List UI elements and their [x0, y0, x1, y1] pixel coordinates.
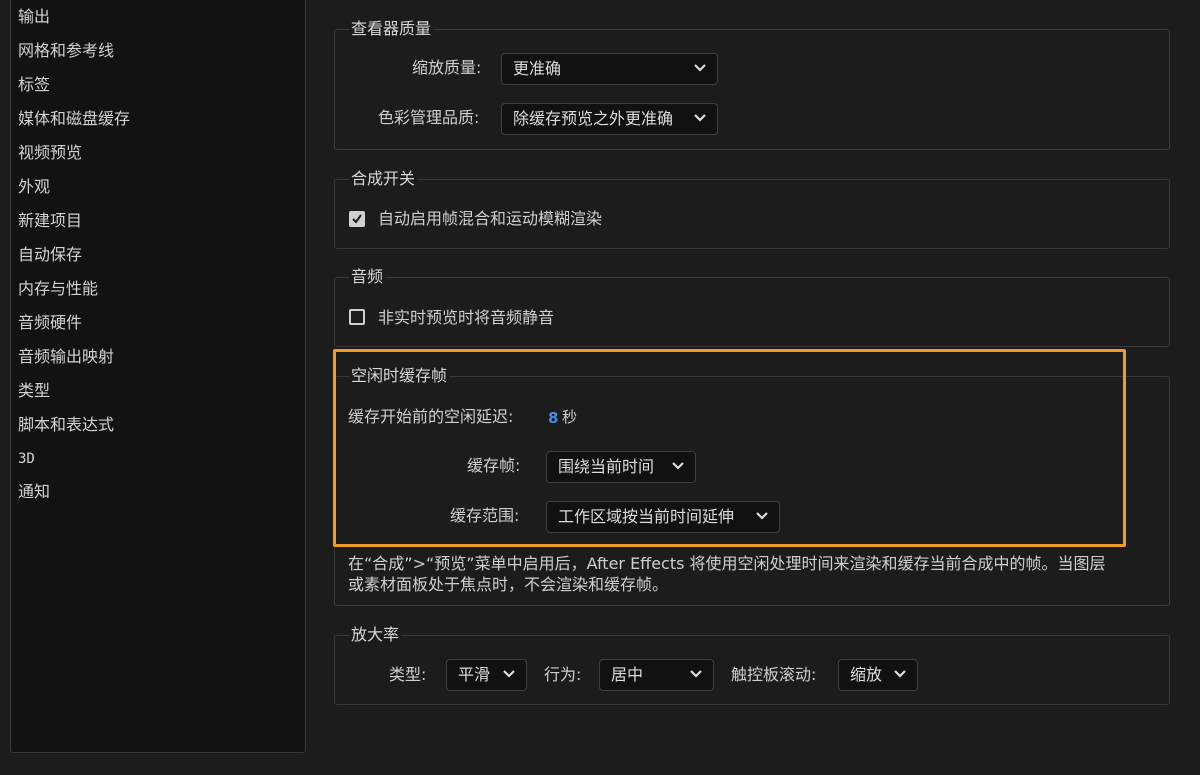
sidebar-item-output[interactable]: 输出: [18, 7, 50, 27]
chevron-down-icon: [503, 670, 515, 678]
audio-title: 音频: [349, 267, 386, 287]
color-management-quality-dropdown[interactable]: 除缓存预览之外更准确: [501, 103, 718, 135]
idle-delay-value[interactable]: 8: [548, 408, 558, 428]
zoom-quality-value: 更准确: [513, 59, 562, 78]
idle-cache-description: 在“合成”>“预览”菜单中启用后，After Effects 将使用空闲处理时间…: [348, 554, 1106, 594]
cache-range-value: 工作区域按当前时间延伸: [558, 507, 735, 526]
idle-delay-unit: 秒: [562, 408, 578, 426]
trackpad-scroll-label: 触控板滚动:: [731, 665, 817, 684]
sidebar-item-audio-output-mapping[interactable]: 音频输出映射: [18, 347, 114, 367]
magnification-behavior-dropdown[interactable]: 居中: [599, 659, 714, 691]
chevron-down-icon: [690, 670, 702, 678]
sidebar-item-new-project[interactable]: 新建项目: [18, 211, 82, 231]
cache-range-label: 缓存范围:: [450, 506, 520, 525]
sidebar-item-memory-performance[interactable]: 内存与性能: [18, 279, 98, 299]
preferences-sidebar: 输出 网格和参考线 标签 媒体和磁盘缓存 视频预览 外观 新建项目 自动保存 内…: [10, 0, 306, 753]
viewer-quality-group: 查看器质量: [334, 19, 1170, 150]
magnification-behavior-value: 居中: [611, 665, 644, 684]
magnification-type-value: 平滑: [458, 665, 491, 684]
sidebar-item-notifications[interactable]: 通知: [18, 482, 50, 502]
color-management-quality-value: 除缓存预览之外更准确: [513, 109, 674, 128]
auto-enable-frame-blending-checkbox[interactable]: [349, 211, 365, 227]
auto-enable-frame-blending-label[interactable]: 自动启用帧混合和运动模糊渲染: [378, 209, 602, 229]
mute-audio-checkbox[interactable]: [349, 309, 365, 325]
chevron-down-icon: [694, 64, 706, 72]
cache-range-dropdown[interactable]: 工作区域按当前时间延伸: [546, 501, 780, 533]
sidebar-item-3d[interactable]: 3D: [18, 449, 35, 469]
checkmark-icon: [352, 214, 362, 224]
cache-frames-value: 围绕当前时间: [558, 457, 655, 476]
zoom-quality-label: 缩放质量:: [412, 58, 482, 77]
comp-switches-title: 合成开关: [349, 169, 418, 189]
magnification-type-label: 类型:: [389, 665, 427, 684]
sidebar-item-audio-hardware[interactable]: 音频硬件: [18, 313, 82, 333]
sidebar-item-grids-guides[interactable]: 网格和参考线: [18, 41, 114, 61]
viewer-quality-title: 查看器质量: [349, 19, 434, 39]
idle-delay-label: 缓存开始前的空闲延迟:: [348, 407, 514, 426]
mute-audio-label[interactable]: 非实时预览时将音频静音: [378, 308, 554, 328]
chevron-down-icon: [756, 512, 768, 520]
magnification-type-dropdown[interactable]: 平滑: [446, 659, 527, 691]
sidebar-item-appearance[interactable]: 外观: [18, 177, 50, 197]
idle-cache-title: 空闲时缓存帧: [349, 366, 450, 386]
sidebar-item-video-preview[interactable]: 视频预览: [18, 143, 82, 163]
sidebar-item-media-disk-cache[interactable]: 媒体和磁盘缓存: [18, 109, 130, 129]
chevron-down-icon: [672, 462, 684, 470]
sidebar-item-labels[interactable]: 标签: [18, 75, 50, 95]
trackpad-scroll-dropdown[interactable]: 缩放: [838, 659, 918, 691]
sidebar-item-auto-save[interactable]: 自动保存: [18, 245, 82, 265]
cache-frames-label: 缓存帧:: [467, 456, 521, 475]
magnification-behavior-label: 行为:: [544, 665, 582, 684]
sidebar-item-type[interactable]: 类型: [18, 381, 50, 401]
magnification-title: 放大率: [349, 625, 402, 645]
color-management-quality-label: 色彩管理品质:: [378, 108, 480, 127]
zoom-quality-dropdown[interactable]: 更准确: [501, 53, 718, 85]
cache-frames-dropdown[interactable]: 围绕当前时间: [546, 451, 696, 483]
chevron-down-icon: [894, 670, 906, 678]
chevron-down-icon: [694, 114, 706, 122]
sidebar-item-scripting-expressions[interactable]: 脚本和表达式: [18, 415, 114, 435]
trackpad-scroll-value: 缩放: [850, 665, 883, 684]
